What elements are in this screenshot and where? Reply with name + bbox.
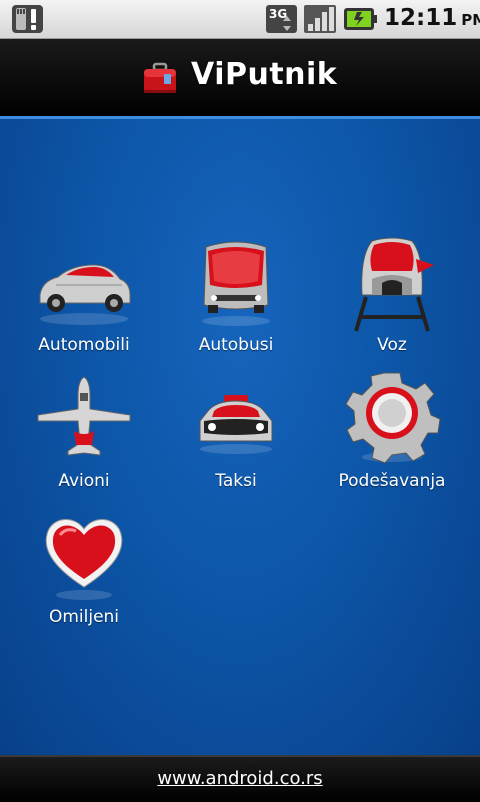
menu-label: Podešavanja xyxy=(338,471,446,491)
sd-card-warning-icon xyxy=(12,5,43,33)
status-bar: 3G 12:11 PM xyxy=(0,0,480,39)
footer-website-link[interactable]: www.android.co.rs xyxy=(0,768,480,789)
app-title: ViPutnik xyxy=(191,57,338,92)
svg-text:3G: 3G xyxy=(269,7,287,21)
battery-charging-icon xyxy=(344,8,377,30)
menu-label: Avioni xyxy=(58,471,110,491)
footer: www.android.co.rs xyxy=(0,755,480,802)
app-title-bar: ViPutnik xyxy=(0,39,480,116)
menu-item-autobusi[interactable]: Autobusi xyxy=(156,235,316,365)
menu-item-podesavanja[interactable]: Podešavanja xyxy=(312,371,472,501)
menu-item-automobili[interactable]: Automobili xyxy=(4,235,164,365)
clock-ampm: PM xyxy=(461,11,480,29)
menu-label: Omiljeni xyxy=(48,607,120,627)
car-icon xyxy=(39,264,131,325)
gear-icon xyxy=(345,372,441,464)
menu-label: Automobili xyxy=(38,335,130,355)
clock-time: 12:11 xyxy=(384,5,458,31)
menu-item-voz[interactable]: Voz xyxy=(312,235,472,365)
train-icon xyxy=(354,237,434,332)
clock: 12:11 PM xyxy=(384,5,480,31)
main-menu: Automobili Autobusi Voz Avioni Taksi Pod… xyxy=(0,119,480,755)
network-3g-icon: 3G xyxy=(266,5,297,33)
taxi-icon xyxy=(199,395,273,454)
menu-item-omiljeni[interactable]: Omiljeni xyxy=(4,507,164,637)
airplane-icon xyxy=(37,376,131,456)
heart-icon xyxy=(45,519,123,600)
menu-label: Autobusi xyxy=(198,335,274,355)
menu-item-avioni[interactable]: Avioni xyxy=(4,371,164,501)
suitcase-icon xyxy=(144,62,176,93)
menu-item-taksi[interactable]: Taksi xyxy=(156,371,316,501)
signal-strength-icon xyxy=(304,5,336,33)
bus-icon xyxy=(202,241,270,326)
menu-label: Taksi xyxy=(215,471,257,491)
menu-label: Voz xyxy=(377,335,407,355)
